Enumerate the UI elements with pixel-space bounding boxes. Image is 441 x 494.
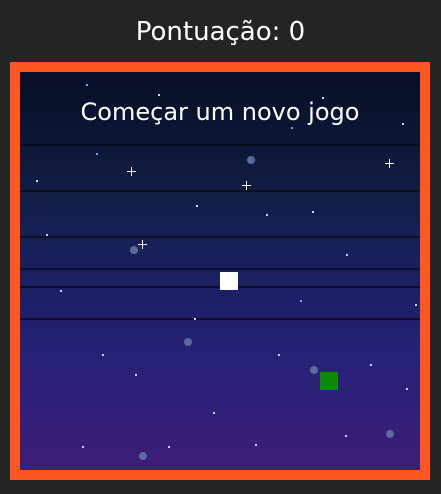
star [139,452,147,460]
star [312,211,314,213]
star [278,354,280,356]
target-square [320,372,338,390]
player-square [220,272,238,290]
star [345,435,347,437]
star [406,388,408,390]
score-display: Pontuação: 0 [135,17,306,47]
star [184,338,192,346]
game-frame: Começar um novo jogo [10,62,430,480]
sparkle-star [242,181,251,190]
sky-band [20,236,420,238]
sky-band [20,318,420,320]
star [82,446,84,448]
sky-band [20,190,420,192]
star [386,430,394,438]
game-page: Pontuação: 0 Começar um novo jogo [0,0,441,494]
star [130,246,138,254]
star [168,446,170,448]
sky-band [20,268,420,270]
star [46,234,48,236]
star [247,156,255,164]
star [196,205,198,207]
star [60,290,62,292]
sparkle-star [127,167,136,176]
star [36,180,38,182]
star [194,318,196,320]
star [300,300,302,302]
star [86,84,88,86]
sparkle-star [138,240,147,249]
star [370,364,372,366]
star [346,254,348,256]
start-new-game-button[interactable]: Começar um novo jogo [20,96,420,128]
star [213,412,215,414]
star [266,214,268,216]
star [310,366,318,374]
sky-band [20,144,420,146]
star [415,304,417,306]
star [135,374,137,376]
sparkle-star [385,159,394,168]
star [102,354,104,356]
game-board[interactable]: Começar um novo jogo [20,72,420,470]
star [255,444,257,446]
star [96,153,98,155]
